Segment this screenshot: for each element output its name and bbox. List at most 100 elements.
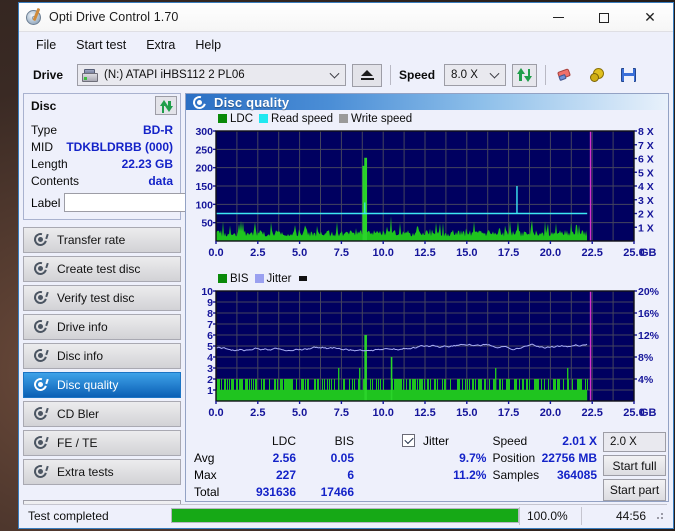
refresh-icon — [517, 68, 533, 82]
speed-select[interactable]: 8.0 X — [444, 64, 507, 86]
disc-group-header: Disc — [23, 93, 181, 117]
toolbar-divider-2 — [545, 65, 547, 85]
close-button[interactable]: ✕ — [627, 3, 673, 32]
stats-header-ldc: LDC — [271, 433, 296, 448]
disc-group-title: Disc — [31, 98, 57, 113]
stats-bis-max: 6 — [347, 468, 354, 482]
jitter-max-row: 11.2% — [402, 466, 486, 483]
disc-type-value: BD-R — [143, 122, 173, 137]
scale-marker-icon — [299, 276, 308, 281]
svg-text:12.5: 12.5 — [414, 407, 435, 419]
title-bar: Opti Drive Control 1.70 ✕ — [19, 2, 673, 32]
svg-text:4: 4 — [207, 352, 213, 364]
drive-select[interactable]: (N:) ATAPI iHBS112 2 PL06 — [77, 64, 347, 86]
refresh-button[interactable] — [512, 63, 538, 87]
stats-header-bis: BIS — [334, 433, 354, 448]
sidebar-item-cd-bler[interactable]: CD Bler — [23, 401, 181, 427]
menu-file[interactable]: File — [27, 35, 65, 55]
svg-text:1: 1 — [207, 385, 213, 397]
position-stat-value: 22756 MB — [541, 450, 597, 465]
svg-text:8 X: 8 X — [638, 126, 654, 138]
drive-select-value: (N:) ATAPI iHBS112 2 PL06 — [104, 69, 245, 81]
disc-test-icon — [31, 375, 50, 394]
start-part-button[interactable]: Start part — [603, 479, 666, 501]
svg-text:300: 300 — [195, 126, 213, 138]
legend-label: Write speed — [351, 112, 413, 125]
legend-label: Read speed — [271, 112, 334, 125]
stats-row-label-total: Total — [194, 485, 220, 500]
chevron-down-icon — [489, 68, 500, 79]
sidebar-item-extra-tests[interactable]: Extra tests — [23, 459, 181, 485]
svg-text:10: 10 — [201, 286, 213, 298]
menu-extra[interactable]: Extra — [137, 35, 184, 55]
disc-row-length: Length 22.23 GB — [31, 155, 173, 172]
eject-button[interactable] — [352, 63, 383, 87]
svg-text:17.5: 17.5 — [498, 247, 519, 259]
status-message: Test completed — [28, 508, 109, 523]
svg-text:3: 3 — [207, 363, 213, 375]
disc-test-icon — [31, 346, 50, 365]
svg-text:20.0: 20.0 — [540, 247, 561, 259]
sidebar-item-fe-te[interactable]: FE / TE — [23, 430, 181, 456]
legend-ldc: LDC — [218, 113, 253, 125]
disc-test-icon — [31, 259, 50, 278]
disc-refresh-button[interactable] — [155, 96, 177, 115]
bis-chart-legend: BIS Jitter — [190, 272, 664, 285]
stats-corner — [194, 432, 240, 449]
legend-read-speed: Read speed — [259, 113, 333, 125]
sidebar-item-drive-info[interactable]: Drive info — [23, 314, 181, 340]
speed-row: Speed 2.01 X — [492, 432, 597, 449]
chevron-down-icon — [329, 68, 340, 79]
legend-swatch-icon — [254, 274, 264, 283]
minimize-button[interactable] — [535, 3, 581, 32]
menu-help[interactable]: Help — [186, 35, 230, 55]
stats-ldc-max: 227 — [275, 468, 296, 482]
refresh-icon — [159, 99, 173, 113]
save-button[interactable] — [616, 64, 641, 87]
sidebar-item-disc-info[interactable]: Disc info — [23, 343, 181, 369]
disc-test-icon — [31, 433, 50, 452]
sidebar-item-verify-test-disc[interactable]: Verify test disc — [23, 285, 181, 311]
disc-quality-panel: Disc quality LDC Read speed Write speed … — [185, 93, 669, 502]
resize-grip-icon[interactable] — [653, 509, 667, 523]
svg-text:10.0: 10.0 — [372, 247, 393, 259]
ldc-chart: 50 100 150 200 250 300 1 X2 X 3 X 4 X 5 X6 X 7 X 8 … — [190, 125, 664, 269]
elapsed-time: 44:56 — [581, 506, 653, 525]
charts-container: LDC Read speed Write speed 50 100 150 200 25… — [186, 110, 668, 429]
legend-label: BIS — [230, 272, 249, 285]
svg-text:6: 6 — [207, 330, 213, 342]
disc-mid-value: TDKBLDRBB (000) — [66, 139, 173, 154]
disc-contents-label: Contents — [31, 173, 80, 188]
content-area: Disc Type BD-R MID TDKBLDRBB (000) Lengt… — [19, 93, 673, 528]
test-speed-select[interactable]: 2.0 X — [603, 432, 666, 452]
maximize-button[interactable] — [581, 3, 627, 32]
ldc-chart-legend: LDC Read speed Write speed — [190, 112, 664, 125]
svg-text:2.5: 2.5 — [250, 247, 265, 259]
sidebar-item-label: CD Bler — [57, 407, 100, 421]
start-full-button[interactable]: Start full — [603, 454, 666, 477]
disc-label-row: Label — [31, 192, 269, 213]
erase-button[interactable] — [554, 64, 579, 87]
jitter-avg-value: 9.7% — [459, 450, 487, 465]
speed-position-block: Speed 2.01 X Position 22756 MB Samples 3… — [492, 432, 597, 501]
sidebar-item-label: Drive info — [57, 320, 108, 334]
svg-text:2: 2 — [207, 374, 213, 386]
sidebar-item-label: Extra tests — [57, 465, 114, 479]
sidebar-item-transfer-rate[interactable]: Transfer rate — [23, 227, 181, 253]
app-window: Opti Drive Control 1.70 ✕ File Start tes… — [18, 2, 674, 529]
jitter-toggle-row[interactable]: Jitter — [402, 432, 486, 449]
svg-text:200: 200 — [195, 163, 213, 175]
disc-test-icon — [31, 317, 50, 336]
window-title: Opti Drive Control 1.70 — [49, 10, 179, 24]
disc-info-panel: Type BD-R MID TDKBLDRBB (000) Length 22.… — [23, 117, 269, 220]
jitter-checkbox[interactable] — [402, 434, 415, 447]
settings-button[interactable] — [585, 64, 610, 87]
menu-start-test[interactable]: Start test — [67, 35, 135, 55]
svg-text:2.5: 2.5 — [250, 407, 265, 419]
svg-text:7: 7 — [207, 319, 213, 331]
panel-header: Disc quality — [186, 93, 668, 111]
window-controls: ✕ — [535, 3, 673, 32]
sidebar-item-disc-quality[interactable]: Disc quality — [23, 372, 181, 398]
app-disc-pen-icon — [26, 7, 43, 26]
sidebar-item-create-test-disc[interactable]: Create test disc — [23, 256, 181, 282]
